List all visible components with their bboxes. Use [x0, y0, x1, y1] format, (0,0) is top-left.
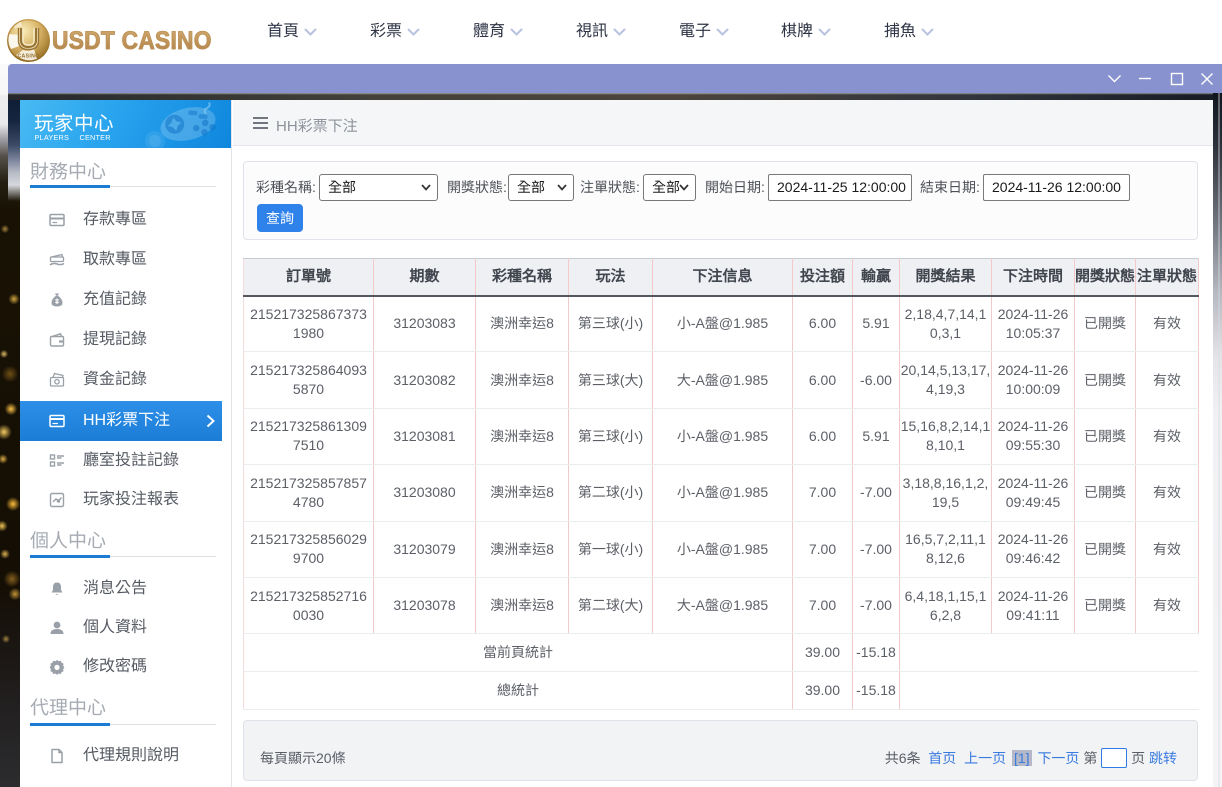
svg-text:CASINO: CASINO	[18, 54, 40, 60]
